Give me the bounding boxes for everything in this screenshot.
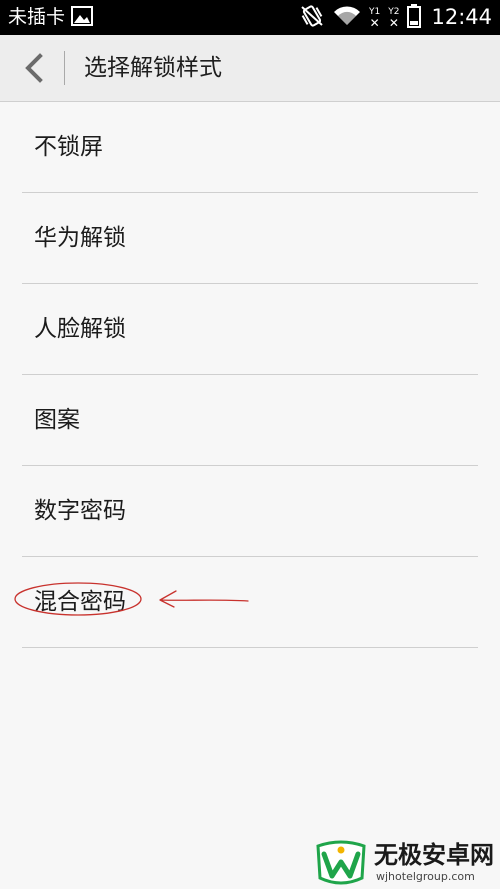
list-item-no-lock[interactable]: 不锁屏 <box>22 102 478 193</box>
list-item-label: 人脸解锁 <box>34 316 126 342</box>
watermark: 无极安卓网 wjhotelgroup.com <box>312 836 500 889</box>
watermark-logo-icon <box>316 840 366 885</box>
list-item-pin[interactable]: 数字密码 <box>22 466 478 557</box>
clock: 12:44 <box>431 5 492 29</box>
sim2-no-service-icon: ✕ <box>388 15 399 30</box>
page-title: 选择解锁样式 <box>84 55 222 81</box>
watermark-url: wjhotelgroup.com <box>376 870 475 883</box>
carrier-text: 未插卡 <box>8 6 66 28</box>
list-item-label: 不锁屏 <box>34 134 103 160</box>
unlock-style-list: 不锁屏 华为解锁 人脸解锁 图案 数字密码 混合密码 <box>0 102 500 648</box>
sim1-label: 1 <box>374 6 381 17</box>
wifi-icon <box>333 5 361 31</box>
list-item-huawei-unlock[interactable]: 华为解锁 <box>22 193 478 284</box>
vibrate-icon <box>299 4 325 32</box>
watermark-name: 无极安卓网 <box>374 841 494 869</box>
list-item-mixed-password[interactable]: 混合密码 <box>22 557 478 648</box>
status-right: Y1 ✕ Y2 ✕ 12:44 <box>299 0 492 35</box>
sim1-status: Y1 ✕ <box>369 6 381 30</box>
back-button[interactable] <box>14 48 54 88</box>
status-bar: 未插卡 Y1 ✕ Y2 ✕ 12:44 <box>0 0 500 35</box>
sim1-no-service-icon: ✕ <box>369 15 380 30</box>
header-divider <box>64 51 65 85</box>
list-item-face-unlock[interactable]: 人脸解锁 <box>22 284 478 375</box>
chevron-left-icon <box>25 53 43 83</box>
list-item-pattern[interactable]: 图案 <box>22 375 478 466</box>
sim2-label: 2 <box>393 6 400 17</box>
status-left: 未插卡 <box>8 0 94 35</box>
list-item-label: 数字密码 <box>34 498 126 524</box>
list-item-label: 华为解锁 <box>34 225 126 251</box>
list-item-label: 混合密码 <box>34 589 126 615</box>
image-notification-icon <box>71 5 94 30</box>
sim2-status: Y2 ✕ <box>388 6 400 30</box>
app-header: 选择解锁样式 <box>0 35 500 102</box>
list-item-label: 图案 <box>34 407 80 433</box>
battery-icon <box>407 3 422 32</box>
